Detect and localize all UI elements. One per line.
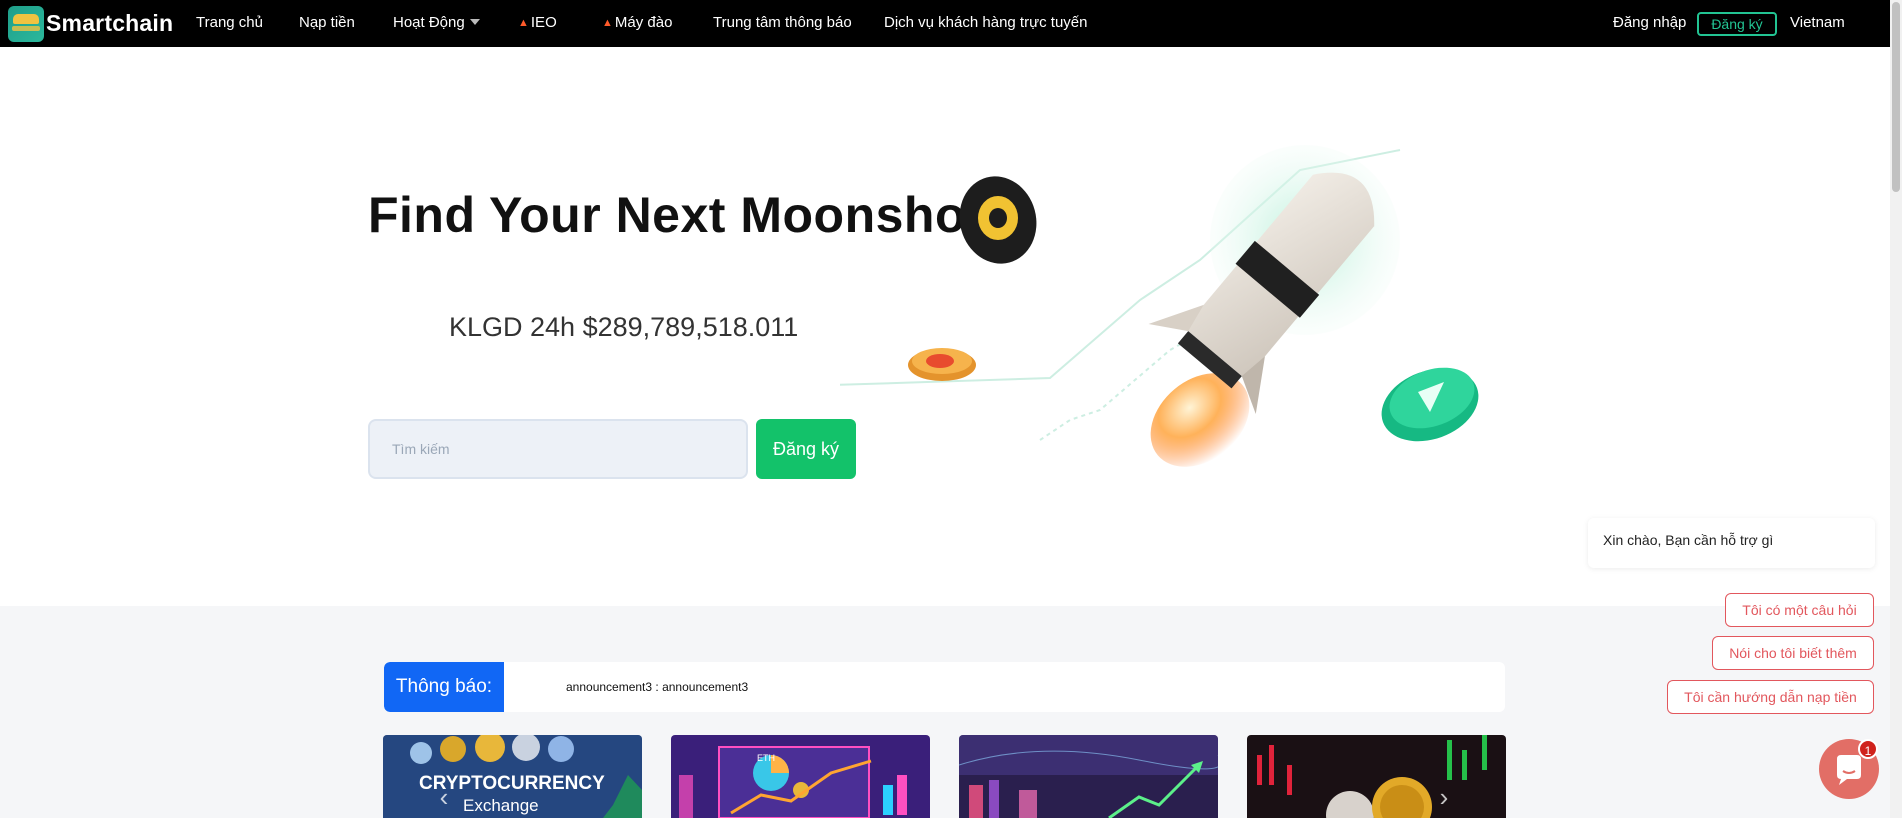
trading-volume-24h: KLGD 24h $289,789,518.011 (449, 312, 799, 342)
page-scrollbar[interactable] (1890, 0, 1902, 818)
city-chart-image (959, 735, 1218, 818)
chat-option-question[interactable]: Tôi có một câu hỏi (1725, 593, 1874, 627)
register-button-header[interactable]: Đăng ký (1697, 12, 1777, 36)
nav-activities[interactable]: Hoạt Động (393, 0, 480, 47)
nav-notification-center[interactable]: Trung tâm thông báo (713, 0, 852, 47)
nav-deposit[interactable]: Nạp tiền (299, 0, 355, 47)
banner-card-eth[interactable]: ETH (671, 735, 930, 818)
content-section (0, 606, 1890, 818)
nav-miner-label: Máy đào (614, 14, 673, 31)
chevron-down-icon (469, 19, 480, 25)
nav-ieo-label: IEO (530, 14, 557, 31)
bitcoin-chart-image (1247, 735, 1506, 818)
chat-greeting-bubble: Xin chào, Bạn cần hỗ trợ gì (1588, 518, 1875, 568)
banner-card-bitcoin[interactable] (1247, 735, 1506, 818)
nav-customer-service[interactable]: Dịch vụ khách hàng trực tuyến (884, 0, 1087, 47)
banner-card-cryptocurrency[interactable]: CRYPTOCURRENCY Exchange (383, 735, 642, 818)
banner-card-city-chart[interactable] (959, 735, 1218, 818)
brand-name: Smartchain (46, 10, 174, 36)
fire-icon: ▲ (602, 17, 613, 29)
top-navbar: Smartchain Trang chủ Nạp tiền Hoạt Động … (0, 0, 1890, 47)
rocket-illustration (840, 145, 1479, 467)
chevron-left-icon[interactable]: ‹ (436, 784, 452, 810)
scrollbar-thumb[interactable] (1892, 2, 1900, 192)
chat-option-tell-more[interactable]: Nói cho tôi biết thêm (1712, 636, 1874, 670)
coin-icon (959, 176, 1037, 264)
announcement-label: Thông báo: (384, 662, 504, 712)
fire-icon: ▲ (518, 17, 529, 29)
nav-home[interactable]: Trang chủ (196, 0, 263, 47)
nav-miner[interactable]: ▲ Máy đào (602, 0, 672, 47)
chat-unread-badge: 1 (1858, 739, 1878, 759)
logo-icon (8, 5, 44, 42)
announcement-text[interactable]: announcement3 : announcement3 (566, 662, 748, 712)
chat-option-deposit-guide[interactable]: Tôi cần hướng dẫn nạp tiền (1667, 680, 1874, 714)
chevron-right-icon[interactable]: › (1436, 784, 1452, 810)
brand-logo[interactable]: Smartchain (8, 0, 173, 47)
crypto-exchange-image: CRYPTOCURRENCY Exchange (383, 735, 642, 818)
language-selector[interactable]: Vietnam (1790, 0, 1845, 47)
page: Smartchain Trang chủ Nạp tiền Hoạt Động … (0, 0, 1902, 818)
banner-title-line2: Exchange (463, 796, 539, 815)
search-input[interactable] (368, 419, 748, 479)
nav-ieo[interactable]: ▲ IEO (518, 0, 557, 47)
eth-market-image: ETH (671, 735, 930, 818)
nav-activities-label: Hoạt Động (393, 14, 465, 31)
banner-eth-label: ETH (757, 753, 775, 763)
announcement-bar: Thông báo: announcement3 : announcement3 (384, 662, 1505, 712)
login-link[interactable]: Đăng nhập (1613, 0, 1686, 47)
